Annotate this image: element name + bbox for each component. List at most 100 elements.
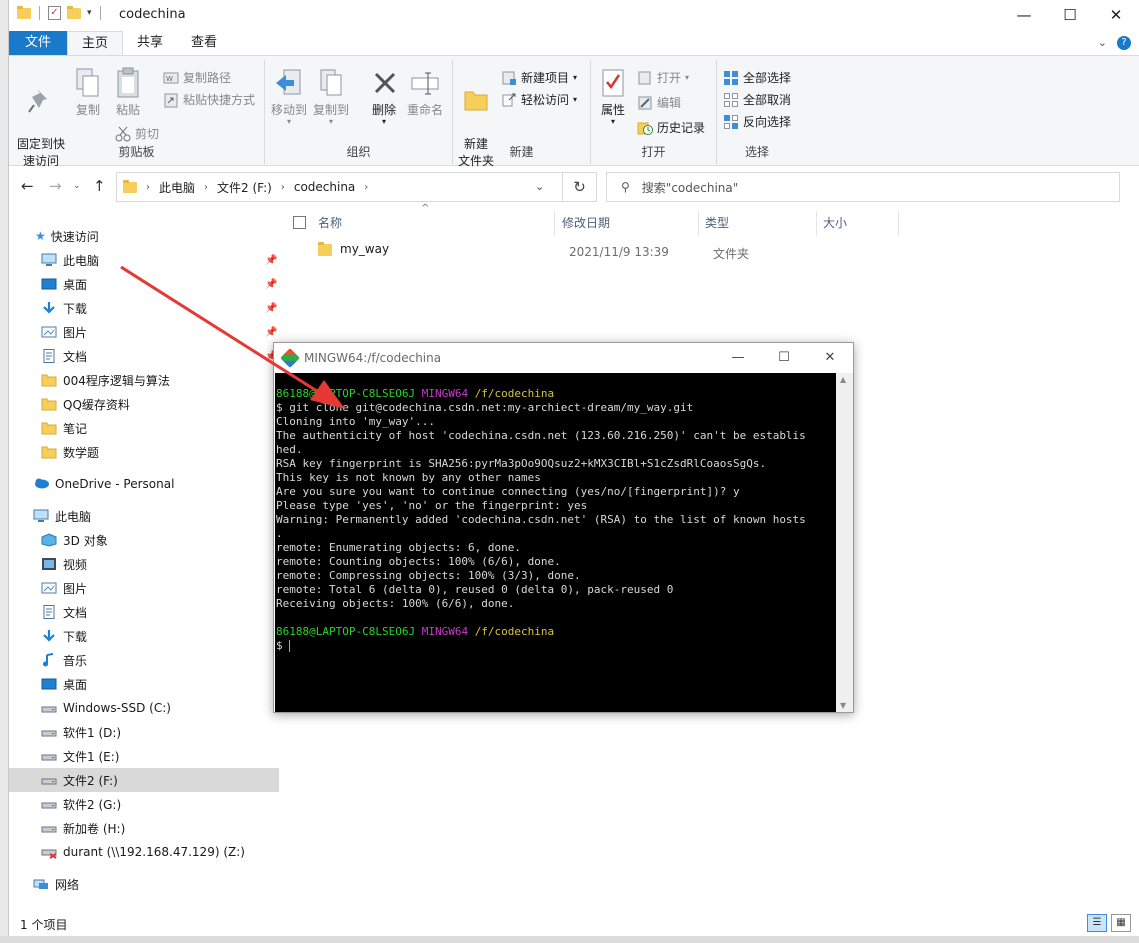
new-folder-icon[interactable] [67, 5, 81, 19]
ribbon-collapse-icon[interactable]: ⌄ [1098, 36, 1107, 50]
nav-this-pc[interactable]: 此电脑 [9, 504, 279, 528]
copy-button[interactable]: 复制 [71, 66, 105, 119]
select-all-checkbox[interactable] [293, 216, 306, 229]
paste-shortcut-button[interactable]: 粘贴快捷方式 [163, 91, 255, 108]
pin-icon[interactable]: 📌 [265, 279, 277, 290]
easy-access-button[interactable]: 轻松访问 ▾ [501, 91, 577, 108]
select-all-button[interactable]: 全部选择 [723, 69, 791, 86]
copy-path-button[interactable]: W 复制路径 [163, 69, 231, 86]
column-header-size[interactable]: 大小 [823, 211, 847, 235]
move-to-button[interactable]: 移动到 ▾ [271, 66, 307, 126]
terminal-maximize-button[interactable]: ☐ [761, 343, 807, 373]
sidebar-item-pc[interactable]: 软件2 (G:) [9, 792, 279, 816]
sidebar-item-pc[interactable]: 软件1 (D:) [9, 720, 279, 744]
search-input[interactable]: ⚲ 搜索"codechina" [606, 172, 1120, 202]
delete-button[interactable]: 删除 ▾ [369, 66, 399, 126]
nav-quick-access[interactable]: ★ 快速访问 [9, 224, 279, 248]
pin-icon[interactable]: 📌 [265, 303, 277, 314]
tab-home[interactable]: 主页 [67, 31, 124, 55]
chevron-right-icon[interactable]: › [146, 182, 150, 193]
recent-locations-icon[interactable]: ⌄ [73, 181, 81, 191]
minimize-button[interactable]: — [1001, 0, 1047, 30]
breadcrumb-codechina[interactable]: codechina [294, 180, 355, 194]
address-bar[interactable]: › 此电脑 › 文件2 (F:) › codechina › [116, 172, 563, 202]
sidebar-item-quick[interactable]: 桌面 📌 [9, 272, 279, 296]
chevron-right-icon[interactable]: › [204, 182, 208, 193]
sidebar-item-quick[interactable]: 下载 📌 [9, 296, 279, 320]
sidebar-item-quick[interactable]: QQ缓存资料 [9, 392, 279, 416]
forward-arrow-icon[interactable]: → [49, 177, 62, 195]
tab-file[interactable]: 文件 [9, 31, 68, 55]
sidebar-item-quick[interactable]: 图片 📌 [9, 320, 279, 344]
sidebar-item-quick[interactable]: 004程序逻辑与算法 [9, 368, 279, 392]
terminal-window[interactable]: MINGW64:/f/codechina — ☐ ✕ 86188@LAPTOP-… [273, 342, 854, 713]
paste-button[interactable]: 粘贴 [111, 66, 145, 119]
sidebar-item-quick[interactable]: 文档 📌 [9, 344, 279, 368]
column-divider[interactable] [554, 211, 555, 236]
column-header-name[interactable]: 名称 [318, 211, 342, 235]
terminal-screen[interactable]: 86188@LAPTOP-C8LSEO6J MINGW64 /f/codechi… [275, 373, 837, 712]
address-dropdown-icon[interactable]: ⌄ [535, 180, 544, 193]
sidebar-item-quick[interactable]: 此电脑 📌 [9, 248, 279, 272]
tab-view[interactable]: 查看 [177, 31, 231, 55]
details-view-button[interactable]: ☰ [1087, 914, 1107, 932]
sidebar-item-pc[interactable]: 下载 [9, 624, 279, 648]
column-divider[interactable] [898, 211, 899, 236]
maximize-button[interactable]: ☐ [1047, 0, 1093, 30]
nav-network[interactable]: 网络 [9, 872, 279, 896]
properties-button[interactable]: 属性 ▾ [597, 66, 629, 126]
sidebar-item-pc[interactable]: 3D 对象 [9, 528, 279, 552]
invert-selection-button[interactable]: 反向选择 [723, 113, 791, 130]
terminal-scrollbar[interactable]: ▲ ▼ [836, 373, 853, 712]
sidebar-item-pc[interactable]: 桌面 [9, 672, 279, 696]
terminal-close-button[interactable]: ✕ [807, 343, 853, 373]
column-divider[interactable] [816, 211, 817, 236]
sidebar-item-pc[interactable]: durant (\\192.168.47.129) (Z:) [9, 840, 279, 864]
up-arrow-icon[interactable]: ↑ [93, 177, 106, 195]
sidebar-item-pc[interactable]: Windows-SSD (C:) [9, 696, 279, 720]
sidebar-item-pc[interactable]: 文件1 (E:) [9, 744, 279, 768]
pin-icon[interactable]: 📌 [265, 255, 277, 266]
history-button[interactable]: 历史记录 [637, 119, 705, 136]
properties-check-icon[interactable]: ✓ [48, 6, 61, 20]
close-button[interactable]: ✕ [1093, 0, 1139, 30]
scroll-down-icon[interactable]: ▼ [840, 701, 846, 710]
scroll-up-icon[interactable]: ▲ [840, 375, 846, 384]
new-item-button[interactable]: 新建项目 ▾ [501, 69, 577, 86]
pin-icon[interactable]: 📌 [265, 327, 277, 338]
sidebar-item-pc[interactable]: 新加卷 (H:) [9, 816, 279, 840]
breadcrumb-drive-f[interactable]: 文件2 (F:) [217, 179, 272, 196]
open-button[interactable]: 打开 ▾ [637, 69, 689, 86]
column-header-type[interactable]: 类型 [705, 211, 729, 235]
sidebar-item-quick[interactable]: 笔记 [9, 416, 279, 440]
terminal-title-bar[interactable]: MINGW64:/f/codechina — ☐ ✕ [274, 343, 853, 373]
folder-icon [41, 445, 57, 459]
sidebar-item-quick[interactable]: 数学题 [9, 440, 279, 464]
chevron-right-icon[interactable]: › [281, 182, 285, 193]
sidebar-item-pc[interactable]: 文件2 (F:) [9, 768, 279, 792]
column-header-date[interactable]: 修改日期 [562, 211, 610, 235]
nav-onedrive[interactable]: OneDrive - Personal [9, 472, 279, 496]
sidebar-item-pc[interactable]: 图片 [9, 576, 279, 600]
edit-button[interactable]: 编辑 [637, 94, 681, 111]
tab-share[interactable]: 共享 [123, 31, 177, 55]
video-icon [41, 557, 57, 571]
column-divider[interactable] [698, 211, 699, 236]
copy-to-button[interactable]: 复制到 ▾ [313, 66, 349, 126]
chevron-right-icon[interactable]: › [364, 182, 368, 193]
select-none-button[interactable]: 全部取消 [723, 91, 791, 108]
rename-button[interactable]: 重命名 [405, 66, 445, 119]
sidebar-item-pc[interactable]: 音乐 [9, 648, 279, 672]
sidebar-item-pc[interactable]: 文档 [9, 600, 279, 624]
back-arrow-icon[interactable]: ← [21, 177, 34, 195]
refresh-button[interactable]: ↻ [563, 172, 597, 202]
terminal-minimize-button[interactable]: — [715, 343, 761, 373]
chevron-down-icon[interactable]: ▾ [87, 8, 92, 18]
large-icons-view-button[interactable]: ▦ [1111, 914, 1131, 932]
copy-label: 复制 [75, 103, 100, 117]
terminal-input-line[interactable]: $ [275, 639, 806, 653]
cut-button[interactable]: 剪切 [115, 125, 159, 142]
sidebar-item-pc[interactable]: 视频 [9, 552, 279, 576]
breadcrumb-this-pc[interactable]: 此电脑 [159, 179, 195, 196]
help-icon[interactable]: ? [1117, 36, 1131, 50]
